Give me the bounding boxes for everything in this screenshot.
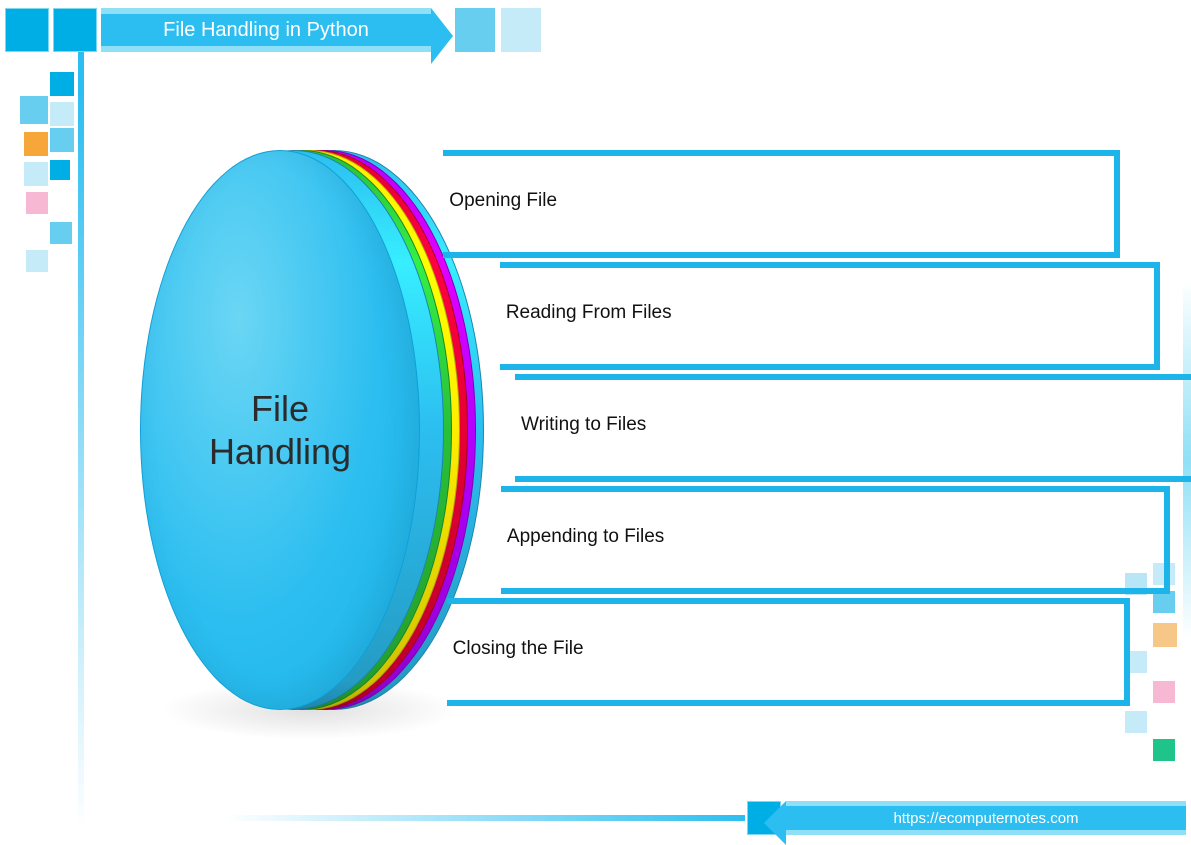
decor-square: [26, 250, 48, 272]
page-title: File Handling in Python: [163, 19, 369, 42]
disc-title: File Handling: [209, 387, 351, 473]
decor-square: [24, 132, 48, 156]
decor-square: [26, 192, 48, 214]
decor-square: [1153, 739, 1175, 761]
operation-label: Appending to Files: [507, 526, 664, 548]
operation-label: Opening File: [449, 190, 557, 212]
header-square: [5, 8, 49, 52]
decor-square: [50, 72, 74, 96]
header-accent: [501, 8, 541, 52]
disc-face: File Handling: [140, 150, 420, 710]
operation-label: Reading From Files: [506, 302, 672, 324]
operation-label: Writing to Files: [521, 414, 646, 436]
footer-credit: https://ecomputernotes.com: [893, 810, 1078, 827]
operation-label: Closing the File: [453, 638, 584, 660]
header-accent: [455, 8, 495, 52]
footer-divider: [225, 815, 745, 821]
decor-square: [24, 162, 48, 186]
header-square: [53, 8, 97, 52]
file-handling-diagram: File Handling Opening File Reading From F…: [140, 150, 1170, 730]
decor-square: [20, 96, 48, 124]
footer-banner: https://ecomputernotes.com: [786, 801, 1186, 835]
header-bar: File Handling in Python: [5, 8, 541, 52]
decor-square: [50, 222, 72, 244]
decor-square: [50, 102, 74, 126]
decor-square: [50, 128, 74, 152]
decor-square: [50, 160, 70, 180]
title-banner: File Handling in Python: [101, 8, 431, 52]
disc-3d: File Handling: [140, 150, 440, 710]
vertical-divider: [78, 52, 84, 832]
